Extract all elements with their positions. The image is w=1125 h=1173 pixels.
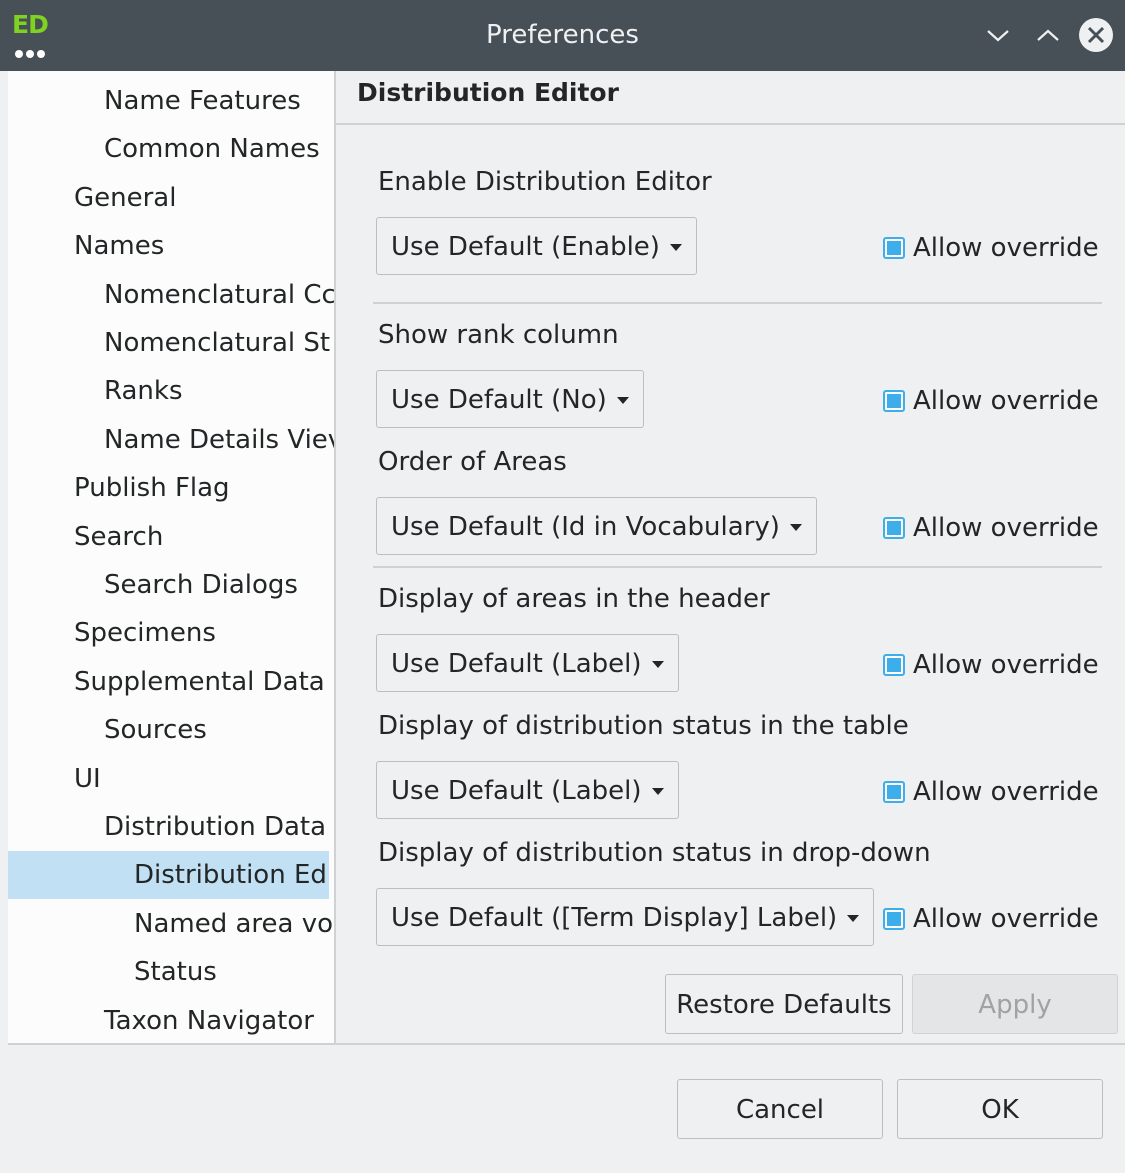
setting-label-order-of-areas: Order of Areas: [378, 447, 567, 477]
allow-override-checkbox-show-rank-column[interactable]: Allow override: [883, 381, 1099, 421]
cancel-button[interactable]: Cancel: [677, 1079, 883, 1139]
apply-label: Apply: [978, 990, 1052, 1020]
dropdown-value: Use Default ([Term Display] Label): [391, 903, 838, 933]
maximize-button[interactable]: [1030, 17, 1066, 53]
sidebar-item[interactable]: Common Names: [8, 125, 334, 173]
allow-override-checkbox-areas-header[interactable]: Allow override: [883, 645, 1099, 685]
close-icon: [1079, 18, 1113, 52]
sidebar-item[interactable]: Ranks: [8, 367, 334, 415]
sidebar-item[interactable]: Names: [8, 222, 334, 270]
sidebar-item[interactable]: UI: [8, 755, 334, 803]
separator: [373, 302, 1102, 304]
close-button[interactable]: [1078, 17, 1114, 53]
dropdown-value: Use Default (Label): [391, 649, 642, 679]
checkbox-label: Allow override: [913, 233, 1099, 263]
sidebar-item[interactable]: Taxon Navigator: [8, 997, 334, 1043]
checkbox-label: Allow override: [913, 904, 1099, 934]
sidebar-item[interactable]: Supplemental Data: [8, 658, 334, 706]
sidebar-item[interactable]: General: [8, 174, 334, 222]
window-left-edge: [0, 71, 8, 1046]
setting-label-areas-header: Display of areas in the header: [378, 584, 770, 614]
sidebar-item[interactable]: Search Dialogs: [8, 561, 334, 609]
setting-label-enable-editor: Enable Distribution Editor: [378, 167, 712, 197]
checkbox-checked-icon: [883, 390, 905, 412]
apply-button[interactable]: Apply: [912, 974, 1118, 1034]
order-of-areas-dropdown[interactable]: Use Default (Id in Vocabulary): [376, 497, 817, 555]
dropdown-value: Use Default (Id in Vocabulary): [391, 512, 780, 542]
dropdown-arrow-icon: [651, 661, 664, 668]
dropdown-value: Use Default (Label): [391, 776, 642, 806]
separator: [373, 566, 1102, 568]
checkbox-checked-icon: [883, 517, 905, 539]
areas-header-dropdown[interactable]: Use Default (Label): [376, 634, 679, 692]
dialog-button-bar: Cancel OK: [0, 1045, 1125, 1173]
sidebar-item[interactable]: Named area vo: [8, 900, 334, 948]
sidebar-item[interactable]: Publish Flag: [8, 464, 334, 512]
restore-defaults-button[interactable]: Restore Defaults: [665, 974, 903, 1034]
sidebar-item[interactable]: Distribution Edi: [8, 851, 329, 900]
checkbox-label: Allow override: [913, 386, 1099, 416]
sidebar-item[interactable]: Name Features: [8, 77, 334, 125]
allow-override-checkbox-enable-editor[interactable]: Allow override: [883, 228, 1099, 268]
setting-label-status-dropdown: Display of distribution status in drop-d…: [378, 838, 931, 868]
ok-button[interactable]: OK: [897, 1079, 1103, 1139]
restore-defaults-label: Restore Defaults: [676, 990, 892, 1020]
allow-override-checkbox-status-table[interactable]: Allow override: [883, 772, 1099, 812]
dropdown-arrow-icon: [789, 524, 802, 531]
checkbox-checked-icon: [883, 781, 905, 803]
preference-page: Distribution Editor Enable Distribution …: [336, 71, 1125, 1046]
allow-override-checkbox-status-dropdown[interactable]: Allow override: [883, 899, 1099, 939]
checkbox-label: Allow override: [913, 777, 1099, 807]
chevron-up-icon: [1037, 29, 1059, 41]
dropdown-value: Use Default (Enable): [391, 232, 660, 262]
sidebar-item[interactable]: Specimens: [8, 609, 334, 657]
allow-override-checkbox-order-of-areas[interactable]: Allow override: [883, 508, 1099, 548]
status-table-dropdown[interactable]: Use Default (Label): [376, 761, 679, 819]
sidebar-item[interactable]: Search: [8, 513, 334, 561]
sidebar-item[interactable]: Nomenclatural Cc: [8, 271, 334, 319]
preferences-tree[interactable]: Name Features Common Names General Names Nom…: [8, 71, 334, 1043]
show-rank-column-dropdown[interactable]: Use Default (No): [376, 370, 644, 428]
title-separator: [336, 123, 1125, 125]
sidebar-item[interactable]: Distribution Data: [8, 803, 334, 851]
minimize-button[interactable]: [980, 17, 1016, 53]
chevron-down-icon: [987, 30, 1009, 42]
dropdown-arrow-icon: [847, 915, 860, 922]
checkbox-checked-icon: [883, 908, 905, 930]
cancel-label: Cancel: [735, 1095, 825, 1125]
setting-label-show-rank-column: Show rank column: [378, 320, 619, 350]
checkbox-checked-icon: [883, 654, 905, 676]
page-title: Distribution Editor: [357, 78, 619, 107]
sidebar-item[interactable]: Name Details Viev: [8, 416, 334, 464]
dropdown-arrow-icon: [616, 397, 629, 404]
sidebar-item[interactable]: Sources: [8, 706, 334, 754]
setting-label-status-table: Display of distribution status in the ta…: [378, 711, 909, 741]
status-dropdown-dropdown[interactable]: Use Default ([Term Display] Label): [376, 888, 875, 946]
window-title: Preferences: [486, 20, 639, 50]
dropdown-arrow-icon: [651, 788, 664, 795]
checkbox-checked-icon: [883, 237, 905, 259]
sidebar-item[interactable]: Status: [8, 948, 334, 996]
enable-editor-dropdown[interactable]: Use Default (Enable): [376, 217, 697, 275]
title-bar: ED Preferences: [0, 0, 1125, 71]
dropdown-arrow-icon: [669, 244, 682, 251]
dropdown-value: Use Default (No): [391, 385, 607, 415]
checkbox-label: Allow override: [913, 513, 1099, 543]
sidebar-item[interactable]: Nomenclatural St: [8, 319, 334, 367]
ok-label: OK: [981, 1095, 1019, 1125]
checkbox-label: Allow override: [913, 650, 1099, 680]
